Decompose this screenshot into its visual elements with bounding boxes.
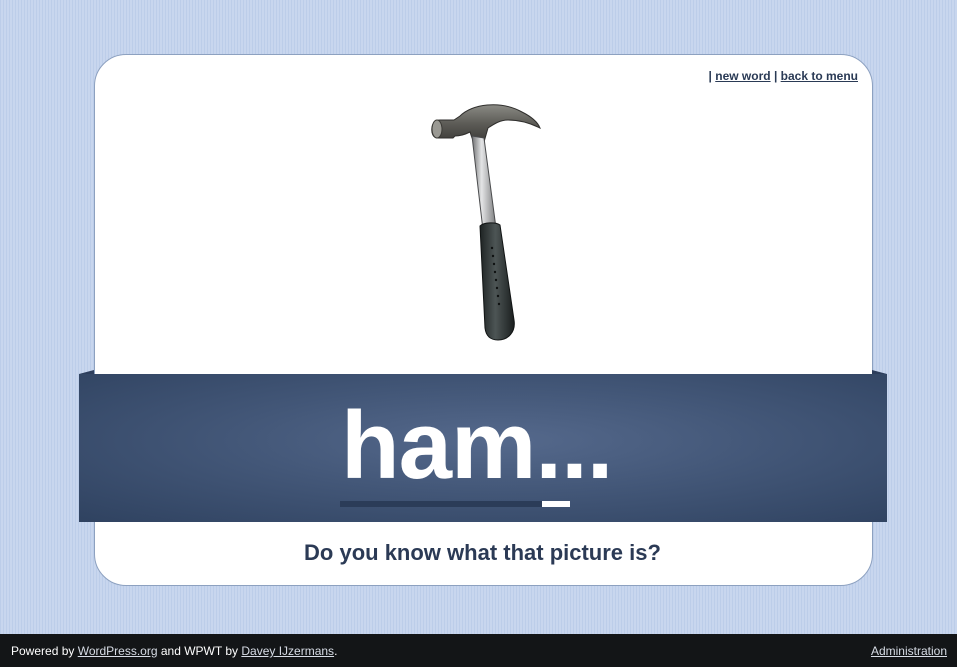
footer-text: . xyxy=(334,644,338,658)
wordpress-link[interactable]: WordPress.org xyxy=(78,644,158,658)
administration-link[interactable]: Administration xyxy=(871,644,947,658)
footer-text: Powered by xyxy=(11,644,75,658)
back-to-menu-link[interactable]: back to menu xyxy=(781,69,858,83)
link-separator: | xyxy=(773,69,778,83)
footer-credits: Powered by WordPress.org and WPWT by Dav… xyxy=(11,644,337,658)
hammer-icon xyxy=(400,98,560,348)
new-word-link[interactable]: new word xyxy=(715,69,770,83)
footer-text: and WPWT by xyxy=(160,644,239,658)
progress-fill xyxy=(542,501,570,507)
author-link[interactable]: Davey IJzermans xyxy=(241,644,334,658)
top-links: | new word | back to menu xyxy=(709,69,858,83)
word-banner: ham... xyxy=(79,370,887,522)
link-separator: | xyxy=(708,69,712,83)
progress-bar xyxy=(340,501,570,507)
footer: Powered by WordPress.org and WPWT by Dav… xyxy=(0,634,957,667)
question-text: Do you know what that picture is? xyxy=(304,540,661,565)
partial-word: ham... xyxy=(341,392,613,499)
footer-admin: Administration xyxy=(871,644,947,658)
